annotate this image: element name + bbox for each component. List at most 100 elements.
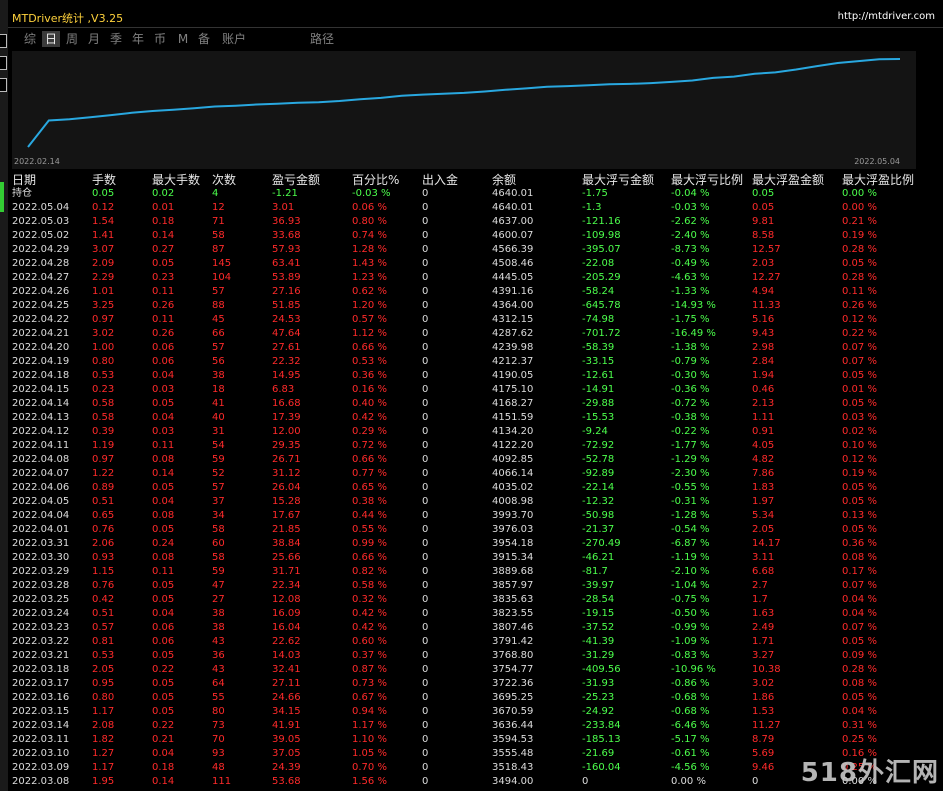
table-row[interactable]: 2022.04.27 2.29 0.23 104 53.89 1.23 % 0 4445.05… (12, 271, 937, 285)
table-row[interactable]: 2022.03.28 0.76 0.05 47 22.34 0.58 % 0 3857.97 -… (12, 579, 937, 593)
table-row[interactable]: 2022.04.15 0.23 0.03 18 6.83 0.16 % 0 4175.10 -1… (12, 383, 937, 397)
header-max-float-loss-pct[interactable]: 最大浮亏比例 (671, 173, 743, 187)
cell-balance: 3835.63 (492, 594, 534, 605)
table-row[interactable]: 2022.03.21 0.53 0.05 36 14.03 0.37 % 0 3768.80 -… (12, 649, 937, 663)
cell-count: 38 (212, 370, 225, 381)
tab-currency[interactable]: 币 (152, 31, 168, 47)
table-row[interactable]: 2022.05.03 1.54 0.18 71 36.93 0.80 % 0 4637.00 -… (12, 215, 937, 229)
cell-deposit: 0 (422, 412, 429, 423)
header-lots[interactable]: 手数 (92, 173, 116, 187)
cell-balance: 3768.80 (492, 650, 534, 661)
cell-lots: 0.97 (92, 454, 115, 465)
cell-max-float-loss-pct: -0.54 % (671, 524, 710, 535)
table-row[interactable]: 2022.05.02 1.41 0.14 58 33.68 0.74 % 0 4600.07 -… (12, 229, 937, 243)
table-row[interactable]: 2022.03.11 1.82 0.21 70 39.05 1.10 % 0 3594.53 -… (12, 733, 937, 747)
header-percent[interactable]: 百分比% (352, 173, 399, 187)
tab-daily[interactable]: 日 (42, 31, 60, 47)
cell-max-float-loss-pct: -2.10 % (671, 566, 710, 577)
cell-balance: 4566.39 (492, 244, 534, 255)
table-row[interactable]: 2022.04.20 1.00 0.06 57 27.61 0.66 % 0 4239.98 -… (12, 341, 937, 355)
table-row[interactable]: 2022.03.31 2.06 0.24 60 38.84 0.99 % 0 3954.18 -… (12, 537, 937, 551)
table-row[interactable]: 2022.03.10 1.27 0.04 93 37.05 1.05 % 0 3555.48 -… (12, 747, 937, 761)
header-pnl[interactable]: 盈亏金额 (272, 173, 320, 187)
cell-max-lots: 0.06 (152, 622, 175, 633)
table-row[interactable]: 2022.04.18 0.53 0.04 38 14.95 0.36 % 0 4190.05 -… (12, 369, 937, 383)
cell-pnl: 27.16 (272, 286, 301, 297)
cell-pnl: 31.12 (272, 468, 301, 479)
cell-max-lots: 0.04 (152, 412, 175, 423)
stats-window: MTDriver统计 ,V3.25 http://mtdriver.com 综 … (8, 8, 943, 791)
header-deposit[interactable]: 出入金 (422, 173, 458, 187)
table-row[interactable]: 2022.04.26 1.01 0.11 57 27.16 0.62 % 0 4391.16 -… (12, 285, 937, 299)
table-row[interactable]: 2022.04.21 3.02 0.26 66 47.64 1.12 % 0 4287.62 -… (12, 327, 937, 341)
tab-notes[interactable]: 备 (196, 31, 212, 47)
table-row[interactable]: 2022.03.17 0.95 0.05 64 27.11 0.73 % 0 3722.36 -… (12, 677, 937, 691)
site-url-link[interactable]: http://mtdriver.com (838, 11, 935, 22)
tab-path[interactable]: 路径 (308, 31, 336, 47)
tab-quarterly[interactable]: 季 (108, 31, 124, 47)
cell-percent: 0.73 % (352, 678, 387, 689)
cell-max-float-profit-pct: 0.07 % (842, 342, 877, 353)
table-row[interactable]: 2022.03.30 0.93 0.08 58 25.66 0.66 % 0 3915.34 -… (12, 551, 937, 565)
holding-row[interactable]: 持仓 0.05 0.02 4 -1.21 -0.03 % 0 4640.01 -1.75 -0.0… (12, 187, 937, 201)
tab-account[interactable]: 账户 (220, 31, 248, 47)
cell-balance: 4008.98 (492, 496, 534, 507)
cell-date: 2022.03.08 (12, 776, 70, 787)
table-row[interactable]: 2022.05.04 0.12 0.01 12 3.01 0.06 % 0 4640.01 -1… (12, 201, 937, 215)
table-row[interactable]: 2022.04.22 0.97 0.11 45 24.53 0.57 % 0 4312.15 -… (12, 313, 937, 327)
table-row[interactable]: 2022.04.28 2.09 0.05 145 63.41 1.43 % 0 4508.46… (12, 257, 937, 271)
header-max-float-loss[interactable]: 最大浮亏金额 (582, 173, 654, 187)
table-row[interactable]: 2022.03.09 1.17 0.18 48 24.39 0.70 % 0 3518.43 -… (12, 761, 937, 775)
cell-max-lots: 0.04 (152, 496, 175, 507)
table-row[interactable]: 2022.04.08 0.97 0.08 59 26.71 0.66 % 0 4092.85 -… (12, 453, 937, 467)
tab-yearly[interactable]: 年 (130, 31, 146, 47)
table-row[interactable]: 2022.03.18 2.05 0.22 43 32.41 0.87 % 0 3754.77 -… (12, 663, 937, 677)
table-row[interactable]: 2022.04.01 0.76 0.05 58 21.85 0.55 % 0 3976.03 -… (12, 523, 937, 537)
table-row[interactable]: 2022.04.13 0.58 0.04 40 17.39 0.42 % 0 4151.59 -… (12, 411, 937, 425)
header-max-float-profit[interactable]: 最大浮盈金额 (752, 173, 824, 187)
table-row[interactable]: 2022.03.24 0.51 0.04 38 16.09 0.42 % 0 3823.55 -… (12, 607, 937, 621)
cell-percent: 1.20 % (352, 300, 387, 311)
table-row[interactable]: 2022.04.05 0.51 0.04 37 15.28 0.38 % 0 4008.98 -… (12, 495, 937, 509)
cell-max-float-loss-pct: -14.93 % (671, 300, 716, 311)
cell-max-float-loss: -121.16 (582, 216, 621, 227)
tab-overview[interactable]: 综 (22, 31, 38, 47)
table-row[interactable]: 2022.03.25 0.42 0.05 27 12.08 0.32 % 0 3835.63 -… (12, 593, 937, 607)
table-row[interactable]: 2022.04.29 3.07 0.27 87 57.93 1.28 % 0 4566.39 -… (12, 243, 937, 257)
table-row[interactable]: 2022.03.16 0.80 0.05 55 24.66 0.67 % 0 3695.25 -… (12, 691, 937, 705)
table-row[interactable]: 2022.03.22 0.81 0.06 43 22.62 0.60 % 0 3791.42 -… (12, 635, 937, 649)
header-date[interactable]: 日期 (12, 173, 36, 187)
cell-count: 18 (212, 384, 225, 395)
header-balance[interactable]: 余额 (492, 173, 516, 187)
cell-lots: 0.23 (92, 384, 115, 395)
table-row[interactable]: 2022.03.08 1.95 0.14 111 53.68 1.56 % 0 3494.00… (12, 775, 937, 789)
table-row[interactable]: 2022.03.15 1.17 0.05 80 34.15 0.94 % 0 3670.59 -… (12, 705, 937, 719)
cell-count: 57 (212, 342, 225, 353)
table-row[interactable]: 2022.04.07 1.22 0.14 52 31.12 0.77 % 0 4066.14 -… (12, 467, 937, 481)
cell-max-float-loss-pct: -1.33 % (671, 286, 710, 297)
header-max-lots[interactable]: 最大手数 (152, 173, 200, 187)
table-row[interactable]: 2022.04.11 1.19 0.11 54 29.35 0.72 % 0 4122.20 -… (12, 439, 937, 453)
table-row[interactable]: 2022.04.12 0.39 0.03 31 12.00 0.29 % 0 4134.20 -… (12, 425, 937, 439)
cell-max-float-loss-pct: -0.72 % (671, 398, 710, 409)
table-row[interactable]: 2022.03.14 2.08 0.22 73 41.91 1.17 % 0 3636.44 -… (12, 719, 937, 733)
table-row[interactable]: 2022.04.19 0.80 0.06 56 22.32 0.53 % 0 4212.37 -… (12, 355, 937, 369)
cell-max-float-loss: -58.39 (582, 342, 615, 353)
header-max-float-profit-pct[interactable]: 最大浮盈比例 (842, 173, 914, 187)
tab-monthly[interactable]: 月 (86, 31, 102, 47)
table-row[interactable]: 2022.03.29 1.15 0.11 59 31.71 0.82 % 0 3889.68 -… (12, 565, 937, 579)
table-row[interactable]: 2022.04.04 0.65 0.08 34 17.67 0.44 % 0 3993.70 -… (12, 509, 937, 523)
tab-weekly[interactable]: 周 (64, 31, 80, 47)
cell-pnl: 41.91 (272, 720, 301, 731)
cell-max-lots: 0.05 (152, 706, 175, 717)
table-row[interactable]: 2022.04.14 0.58 0.05 41 16.68 0.40 % 0 4168.27 -… (12, 397, 937, 411)
table-row[interactable]: 2022.04.06 0.89 0.05 57 26.04 0.65 % 0 4035.02 -… (12, 481, 937, 495)
cell-lots: 0.80 (92, 356, 115, 367)
table-row[interactable]: 2022.03.23 0.57 0.06 38 16.04 0.42 % 0 3807.46 -… (12, 621, 937, 635)
tab-m[interactable]: M (176, 31, 190, 47)
cell-balance: 4122.20 (492, 440, 534, 451)
header-count[interactable]: 次数 (212, 173, 236, 187)
cell-max-float-profit-pct: 0.05 % (842, 370, 877, 381)
cell-date: 2022.03.30 (12, 552, 70, 563)
table-row[interactable]: 2022.04.25 3.25 0.26 88 51.85 1.20 % 0 4364.00 -… (12, 299, 937, 313)
